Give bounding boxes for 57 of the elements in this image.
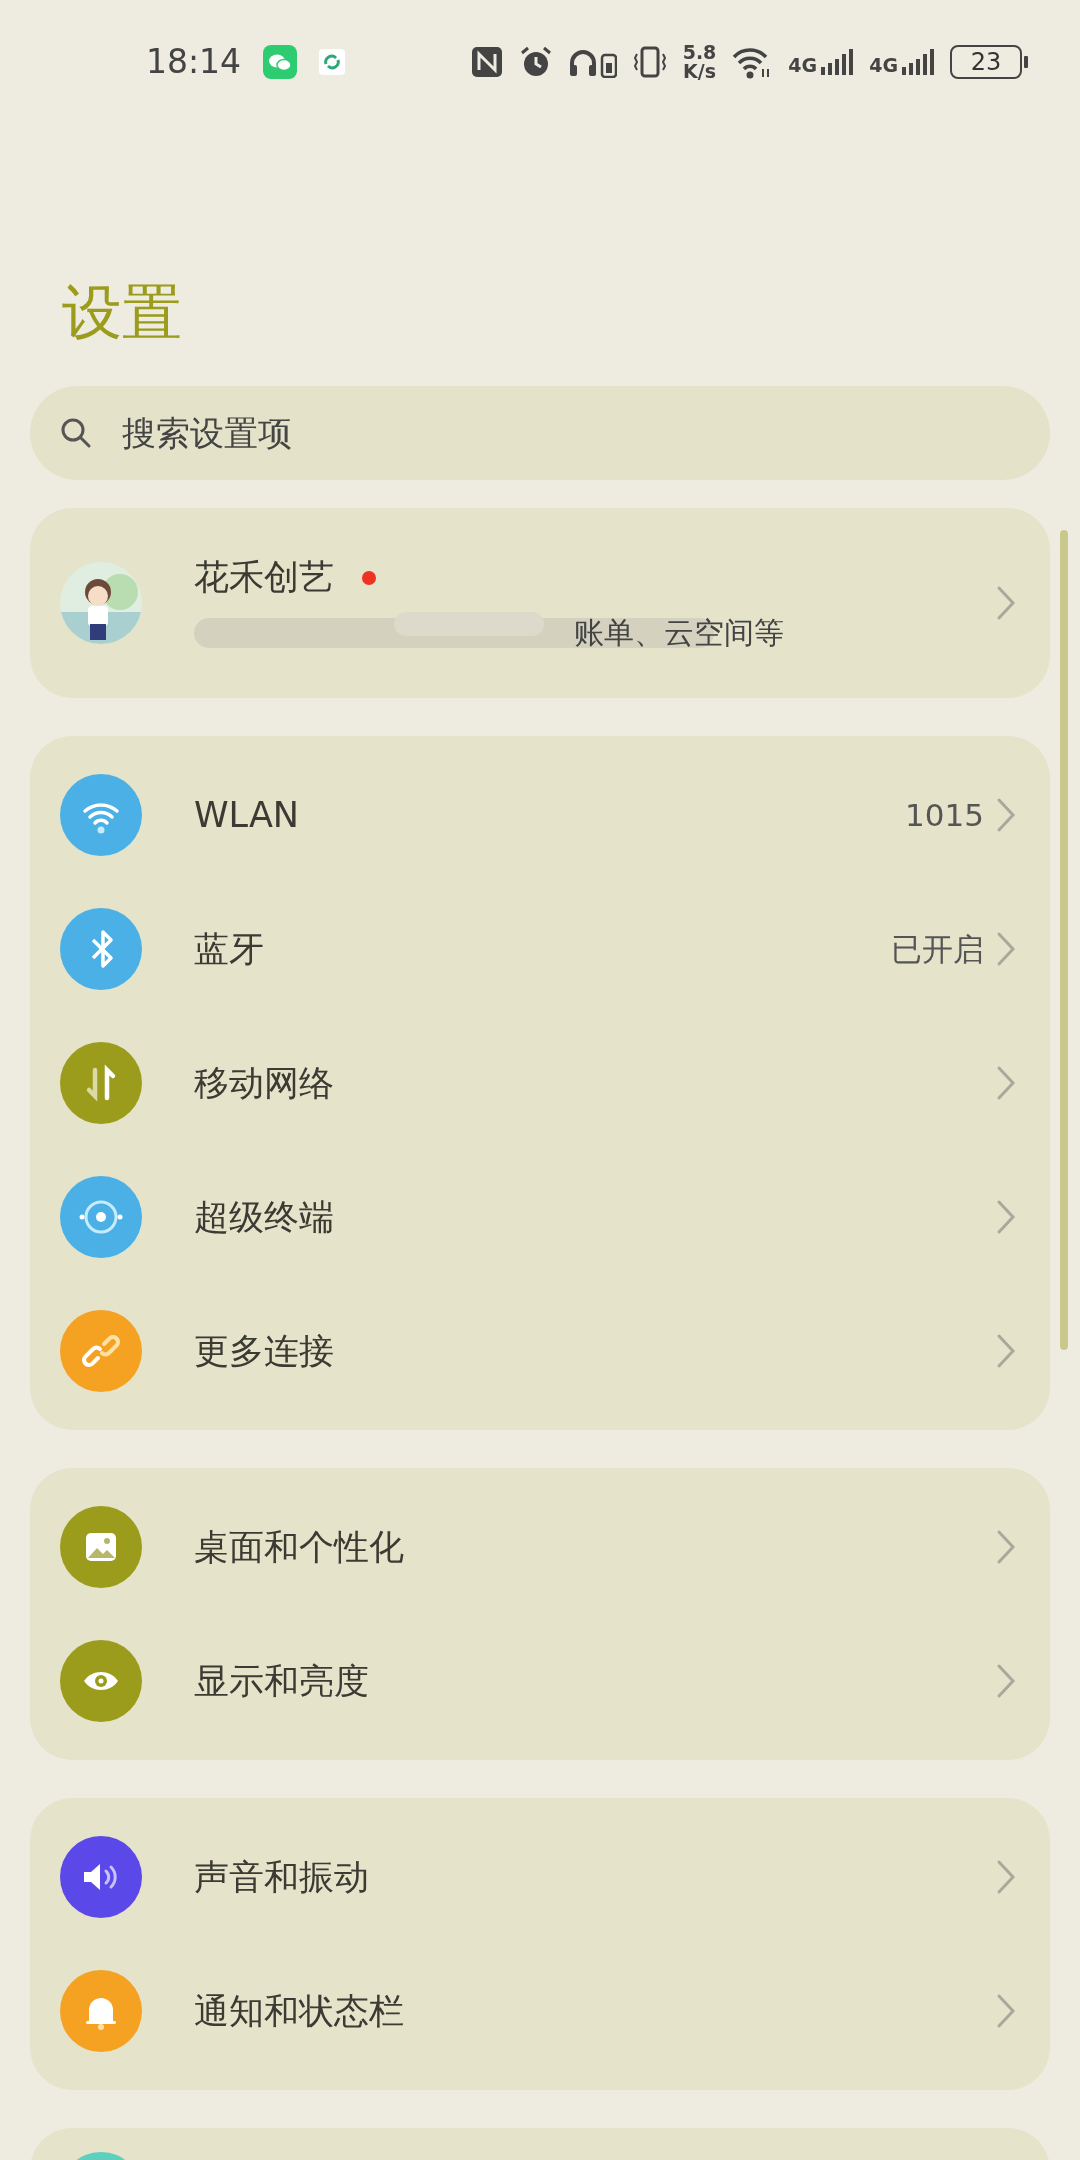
- image-icon: [60, 1506, 142, 1588]
- row-value: 1015: [905, 795, 984, 835]
- wifi-icon: [60, 774, 142, 856]
- settings-row[interactable]: 蓝牙 已开启: [30, 882, 1050, 1016]
- sync-app-icon: [319, 49, 346, 75]
- row-value: 已开启: [891, 929, 984, 969]
- chevron-icon: [996, 797, 1016, 833]
- network-type: 4G: [788, 56, 818, 75]
- settings-row[interactable]: 显示和亮度: [30, 1614, 1050, 1748]
- bluetooth-icon: [60, 908, 142, 990]
- speaker-icon: [60, 1836, 142, 1918]
- chevron-icon: [996, 1333, 1016, 1369]
- status-time: 18:14: [146, 41, 242, 84]
- chevron-icon: [996, 1199, 1016, 1235]
- settings-row[interactable]: 移动网络: [30, 1016, 1050, 1150]
- settings-row[interactable]: WLAN 1015: [30, 748, 1050, 882]
- row-label: 桌面和个性化: [194, 1525, 404, 1569]
- chevron-icon: [996, 1529, 1016, 1565]
- settings-row[interactable]: 声音和振动: [30, 1810, 1050, 1944]
- chevron-icon: [996, 1065, 1016, 1101]
- chevron-icon: [996, 1663, 1016, 1699]
- vibrate-icon: [632, 46, 667, 78]
- row-label: 通知和状态栏: [194, 1989, 404, 2033]
- row-label: 更多连接: [194, 1329, 334, 1373]
- account-subtitle: 账单、云空间等: [574, 613, 784, 652]
- link-icon: [60, 1310, 142, 1392]
- chevron-icon: [996, 931, 1016, 967]
- row-label: 蓝牙: [194, 927, 264, 971]
- row-label: 超级终端: [194, 1195, 334, 1239]
- signal-icon: [821, 49, 854, 75]
- page-title: 设置: [62, 276, 183, 348]
- row-label: 声音和振动: [194, 1855, 369, 1899]
- settings-row[interactable]: 通知和状态栏: [30, 1944, 1050, 2078]
- nfc-icon: [470, 46, 503, 78]
- account-name: 花禾创艺: [194, 556, 334, 600]
- settings-row[interactable]: 超级终端: [30, 1150, 1050, 1284]
- eye-icon: [60, 1640, 142, 1722]
- network-speed: 5.8: [682, 43, 717, 62]
- row-label: 移动网络: [194, 1061, 334, 1105]
- alarm-icon: [518, 45, 553, 79]
- battery-level: 23: [970, 47, 1002, 77]
- settings-row[interactable]: 更多连接: [30, 1284, 1050, 1418]
- chat-app-icon: [263, 45, 298, 79]
- chevron-icon: [996, 1993, 1016, 2029]
- chevron-icon: [996, 585, 1016, 621]
- row-label: WLAN: [194, 793, 300, 837]
- account-row[interactable]: 花禾创艺 账单、云空间等: [30, 508, 1050, 698]
- chevron-icon: [996, 1859, 1016, 1895]
- arrows-icon: [60, 1042, 142, 1124]
- signal-icon: [902, 49, 934, 75]
- network-speed-unit: K/s: [683, 62, 716, 81]
- row-label: 显示和亮度: [194, 1659, 369, 1703]
- search-field[interactable]: 搜索设置项: [30, 386, 1050, 480]
- network-type: 4G: [869, 56, 898, 75]
- orbit-icon: [60, 1176, 142, 1258]
- bell-icon: [60, 1970, 142, 2052]
- settings-row[interactable]: 桌面和个性化: [30, 1480, 1050, 1614]
